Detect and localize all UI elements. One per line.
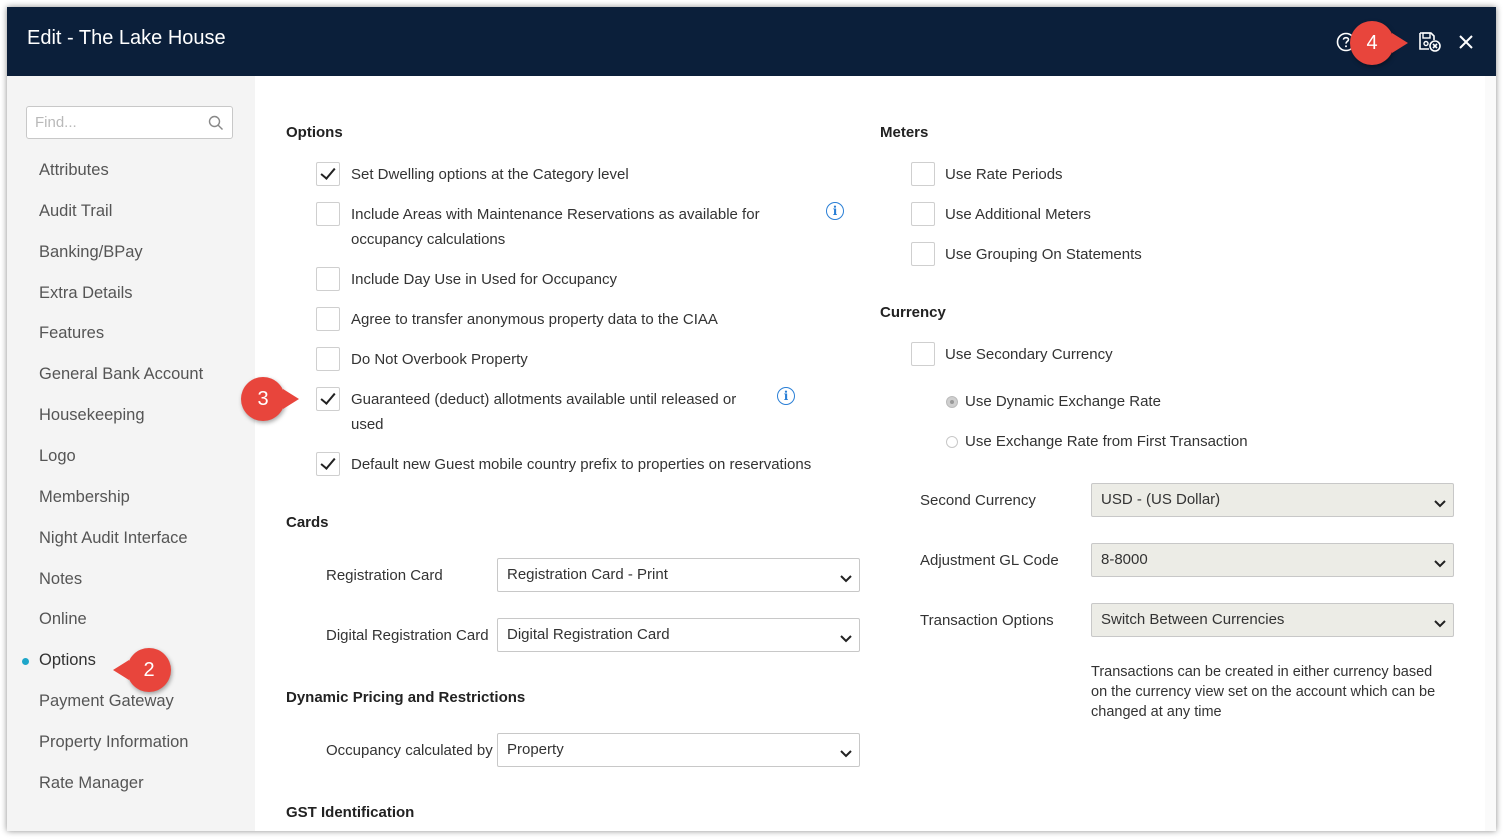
label-maintenance-areas-line2: occupancy calculations [351,231,506,248]
registration-card-label: Registration Card [326,567,443,584]
transaction-options-label: Transaction Options [920,612,1054,629]
registration-card-select[interactable]: Registration Card - Print [497,558,860,592]
label-overbook: Do Not Overbook Property [351,351,528,368]
callout-badge-3: 3 [241,377,299,421]
search-box[interactable] [26,106,233,139]
gl-code-select[interactable]: 8-8000 [1091,543,1454,577]
close-icon[interactable] [1454,30,1478,54]
second-currency-value: USD - (US Dollar) [1101,491,1221,508]
label-day-use: Include Day Use in Used for Occupancy [351,271,617,288]
transaction-options-value: Switch Between Currencies [1101,611,1285,628]
occupancy-value: Property [507,741,564,758]
label-first-transaction: Use Exchange Rate from First Transaction [965,433,1248,450]
label-additional-meters: Use Additional Meters [945,206,1091,223]
checkbox-maintenance-areas[interactable] [316,202,340,226]
currency-note-line1: Transactions can be created in either cu… [1091,664,1433,680]
chevron-down-icon [840,630,852,647]
label-dwelling-category: Set Dwelling options at the Category lev… [351,166,629,183]
currency-note-line3: changed at any time [1091,704,1222,720]
title-bar: Edit - The Lake House 4 [7,7,1496,76]
chevron-down-icon [1434,615,1446,632]
save-close-icon[interactable] [1418,30,1442,54]
sidebar-item-features[interactable]: Features [39,324,104,343]
info-icon-allotments[interactable]: i [777,387,795,405]
window-title: Edit - The Lake House [27,27,226,49]
sidebar-item-notes[interactable]: Notes [39,570,82,589]
label-mobile-prefix: Default new Guest mobile country prefix … [351,456,812,473]
checkbox-additional-meters[interactable] [911,202,935,226]
occupancy-label: Occupancy calculated by [326,742,493,759]
sidebar-item-audit-trail[interactable]: Audit Trail [39,202,112,221]
chevron-down-icon [1434,495,1446,512]
checkbox-day-use[interactable] [316,267,340,291]
second-currency-label: Second Currency [920,492,1036,509]
checkbox-guaranteed-allotments[interactable] [316,387,340,411]
sidebar-item-property-information[interactable]: Property Information [39,733,188,752]
checkbox-overbook[interactable] [316,347,340,371]
label-guaranteed-allotments: Guaranteed (deduct) allotments available… [351,391,737,408]
sidebar-item-online[interactable]: Online [39,610,87,629]
sidebar-item-attributes[interactable]: Attributes [39,161,109,180]
edit-window: Edit - The Lake House 4 Attributes Audit… [7,7,1496,831]
occupancy-select[interactable]: Property [497,733,860,767]
checkbox-ciaa[interactable] [316,307,340,331]
sidebar-item-extra-details[interactable]: Extra Details [39,284,133,303]
active-indicator-dot [22,658,29,665]
search-icon[interactable] [208,115,224,136]
registration-card-value: Registration Card - Print [507,566,668,583]
label-ciaa: Agree to transfer anonymous property dat… [351,311,718,328]
digital-card-select[interactable]: Digital Registration Card [497,618,860,652]
digital-card-value: Digital Registration Card [507,626,670,643]
radio-dynamic-exchange[interactable] [946,396,958,408]
checkbox-rate-periods[interactable] [911,162,935,186]
sidebar-item-housekeeping[interactable]: Housekeeping [39,406,145,425]
meters-heading: Meters [880,124,929,141]
cards-heading: Cards [286,514,329,531]
transaction-options-select[interactable]: Switch Between Currencies [1091,603,1454,637]
sidebar-item-payment-gateway[interactable]: Payment Gateway [39,692,174,711]
radio-first-transaction[interactable] [946,436,958,448]
main-content: Options Set Dwelling options at the Cate… [241,76,1485,831]
checkbox-mobile-prefix[interactable] [316,452,340,476]
label-secondary-currency: Use Secondary Currency [945,346,1113,363]
currency-heading: Currency [880,304,946,321]
callout-badge-2: 2 [113,648,171,692]
checkbox-secondary-currency[interactable] [911,342,935,366]
label-dynamic-exchange: Use Dynamic Exchange Rate [965,393,1161,410]
gl-code-value: 8-8000 [1101,551,1148,568]
sidebar-item-options[interactable]: Options [39,651,96,670]
sidebar-item-night-audit-interface[interactable]: Night Audit Interface [39,529,188,548]
chevron-down-icon [840,745,852,762]
info-icon-maintenance[interactable]: i [826,202,844,220]
digital-card-label: Digital Registration Card [326,627,489,644]
search-input[interactable] [33,113,207,132]
sidebar-item-general-bank-account[interactable]: General Bank Account [39,365,203,384]
gl-code-label: Adjustment GL Code [920,552,1059,569]
callout-badge-4: 4 [1350,21,1408,65]
sidebar-item-membership[interactable]: Membership [39,488,130,507]
sidebar-item-banking-bpay[interactable]: Banking/BPay [39,243,143,262]
label-maintenance-areas: Include Areas with Maintenance Reservati… [351,206,760,223]
gst-heading: GST Identification [286,804,415,821]
vertical-scrollbar[interactable] [1485,76,1496,831]
label-rate-periods: Use Rate Periods [945,166,1063,183]
sidebar-item-rate-manager[interactable]: Rate Manager [39,774,144,793]
chevron-down-icon [1434,555,1446,572]
currency-note: Transactions can be created in either cu… [1091,662,1451,722]
second-currency-select[interactable]: USD - (US Dollar) [1091,483,1454,517]
chevron-down-icon [840,570,852,587]
pricing-heading: Dynamic Pricing and Restrictions [286,689,526,706]
options-heading: Options [286,124,343,141]
currency-note-line2: on the currency view set on the account … [1091,684,1436,700]
sidebar-item-logo[interactable]: Logo [39,447,76,466]
checkbox-grouping-statements[interactable] [911,242,935,266]
label-guaranteed-allotments-line2: used [351,416,384,433]
label-grouping-statements: Use Grouping On Statements [945,246,1142,263]
checkbox-dwelling-category[interactable] [316,162,340,186]
sidebar: Attributes Audit Trail Banking/BPay Extr… [7,76,255,831]
